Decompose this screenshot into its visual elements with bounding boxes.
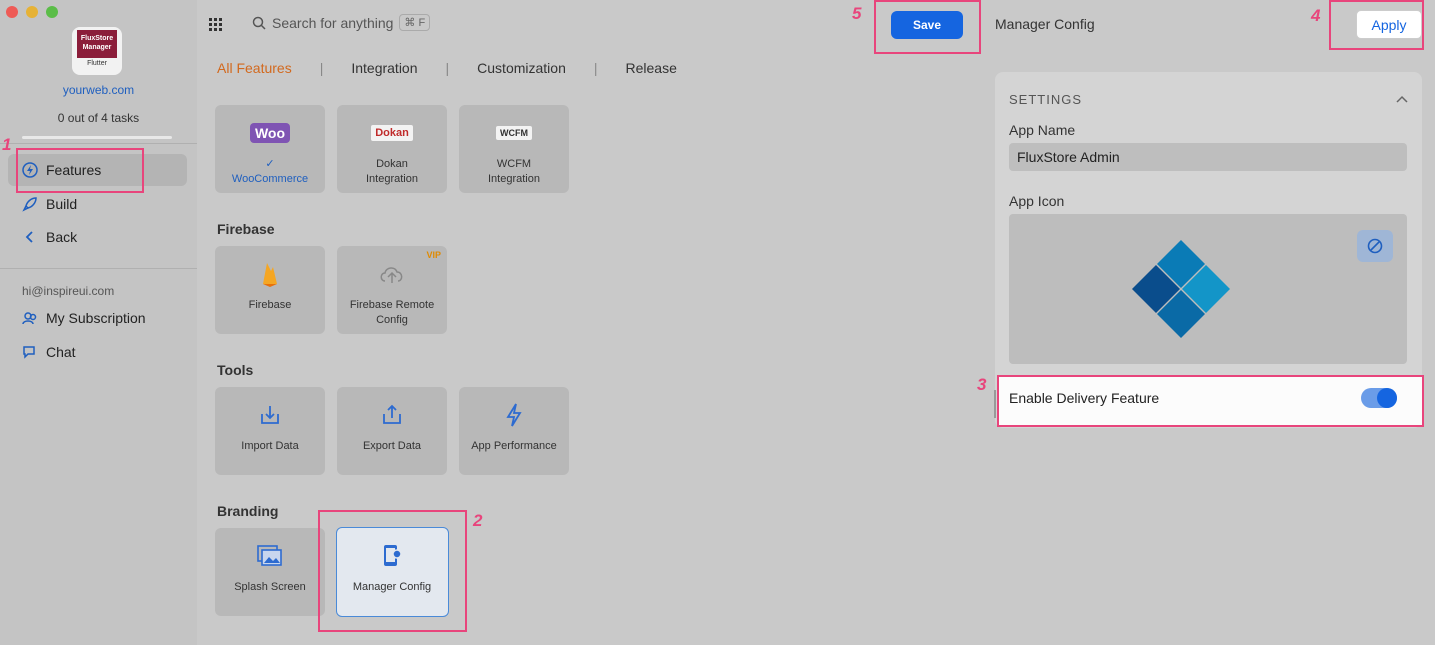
highlight-manager-config xyxy=(318,510,467,632)
card-dokan[interactable]: Dokan Dokan Integration xyxy=(337,105,447,193)
tab-separator: | xyxy=(593,60,598,76)
tab-release[interactable]: Release xyxy=(626,60,677,76)
sidebar-item-label: My Subscription xyxy=(46,310,146,326)
chat-icon xyxy=(23,346,35,359)
divider xyxy=(0,143,197,144)
scrollbar-thumb[interactable] xyxy=(994,390,996,418)
tab-integration[interactable]: Integration xyxy=(351,60,417,76)
card-splash-screen[interactable]: Splash Screen xyxy=(215,528,325,616)
main-content: Search for anything ⌘ F Save 5 All Featu… xyxy=(197,0,987,645)
card-app-performance[interactable]: App Performance xyxy=(459,387,569,475)
app-name-label: App Name xyxy=(1009,122,1076,138)
feature-tabs: All Features | Integration | Customizati… xyxy=(217,60,677,76)
logo-subtext: Flutter xyxy=(87,60,107,67)
annotation-3: 3 xyxy=(977,375,987,394)
delivery-feature-label: Enable Delivery Feature xyxy=(1009,390,1160,406)
panel-title: Manager Config xyxy=(995,16,1095,32)
maximize-window-button[interactable] xyxy=(46,6,58,18)
firebase-icon xyxy=(215,260,325,288)
minimize-window-button[interactable] xyxy=(26,6,38,18)
divider xyxy=(0,268,197,269)
card-import-data[interactable]: Import Data xyxy=(215,387,325,475)
sidebar-item-chat[interactable]: Chat xyxy=(8,336,187,368)
search-placeholder: Search for anything xyxy=(272,14,394,31)
sidebar-item-back[interactable]: Back xyxy=(8,221,187,253)
close-window-button[interactable] xyxy=(6,6,18,18)
woocommerce-logo-icon: Woo xyxy=(215,119,325,147)
sidebar-item-subscription[interactable]: My Subscription xyxy=(8,302,187,334)
app-icon-preview[interactable] xyxy=(1009,214,1407,364)
chevron-up-icon[interactable] xyxy=(1396,94,1408,106)
export-icon xyxy=(337,401,447,429)
annotation-4: 4 xyxy=(1311,6,1321,25)
card-woocommerce[interactable]: Woo ✓ WooCommerce xyxy=(215,105,325,193)
sidebar-item-label: Back xyxy=(46,229,78,245)
highlight-apply xyxy=(1329,0,1424,50)
delivery-feature-toggle[interactable] xyxy=(1361,388,1397,408)
tab-separator: | xyxy=(319,60,324,76)
card-label: Import Data xyxy=(241,440,299,452)
vip-badge: VIP xyxy=(426,250,441,260)
card-firebase-remote-config[interactable]: VIP Firebase Remote Config xyxy=(337,246,447,334)
card-firebase[interactable]: Firebase xyxy=(215,246,325,334)
apps-grid-icon[interactable] xyxy=(209,18,223,32)
section-title-branding: Branding xyxy=(217,503,279,519)
card-label: Firebase Remote Config xyxy=(349,299,435,326)
search-icon xyxy=(252,16,266,30)
settings-header: SETTINGS xyxy=(1009,92,1083,107)
app-icon-image xyxy=(1132,240,1230,338)
sidebar: FluxStore Manager Flutter yourweb.com 0 … xyxy=(0,0,197,645)
card-label: WooCommerce xyxy=(231,173,309,185)
account-email: hi@inspireui.com xyxy=(22,284,115,298)
manager-config-panel: Manager Config Apply SETTINGS App Name A… xyxy=(977,0,1435,645)
tab-separator: | xyxy=(445,60,450,76)
section-title-tools: Tools xyxy=(217,362,254,378)
block-icon xyxy=(1367,238,1383,254)
import-icon xyxy=(215,401,325,429)
highlight-features xyxy=(16,148,144,193)
annotation-5: 5 xyxy=(852,4,862,23)
card-label: Firebase xyxy=(248,299,292,311)
chevron-left-icon xyxy=(25,231,33,243)
card-wcfm[interactable]: WCFM WCFM Integration xyxy=(459,105,569,193)
tab-all-features[interactable]: All Features xyxy=(217,60,292,76)
site-link[interactable]: yourweb.com xyxy=(0,83,197,97)
wcfm-logo-icon: WCFM xyxy=(459,119,569,147)
search-input[interactable]: Search for anything ⌘ F xyxy=(252,14,431,31)
card-export-data[interactable]: Export Data xyxy=(337,387,447,475)
images-icon xyxy=(215,542,325,570)
bolt-icon xyxy=(459,401,569,429)
app-logo: FluxStore Manager Flutter xyxy=(72,27,122,75)
remove-icon-button[interactable] xyxy=(1357,230,1393,262)
rocket-icon xyxy=(22,197,37,212)
checkmark: ✓ xyxy=(265,158,275,170)
sidebar-item-label: Chat xyxy=(46,344,76,360)
highlight-save xyxy=(874,0,981,54)
dokan-logo-icon: Dokan xyxy=(337,119,447,147)
section-title-firebase: Firebase xyxy=(217,221,275,237)
app-icon-label: App Icon xyxy=(1009,193,1065,209)
card-label: Splash Screen xyxy=(234,581,306,593)
logo-text: FluxStore Manager xyxy=(77,30,117,58)
annotation-1: 1 xyxy=(2,135,12,154)
app-name-input[interactable] xyxy=(1009,143,1407,171)
card-label: WCFM Integration xyxy=(488,158,540,185)
card-label: Export Data xyxy=(362,440,422,452)
card-label: App Performance xyxy=(471,440,557,452)
cloud-upload-icon xyxy=(337,260,447,288)
card-label: Dokan Integration xyxy=(366,158,418,185)
annotation-2: 2 xyxy=(473,511,483,530)
sidebar-item-label: Build xyxy=(46,196,78,212)
toggle-knob xyxy=(1377,388,1397,408)
task-progress-text: 0 out of 4 tasks xyxy=(57,111,140,125)
search-shortcut: ⌘ F xyxy=(399,14,431,31)
user-group-icon xyxy=(22,312,37,325)
task-progress-bar xyxy=(22,136,172,139)
tab-customization[interactable]: Customization xyxy=(477,60,566,76)
